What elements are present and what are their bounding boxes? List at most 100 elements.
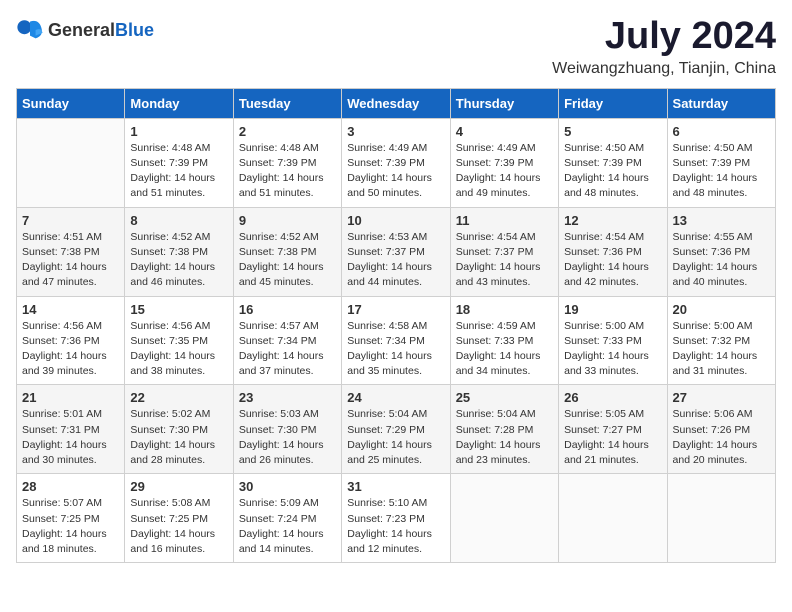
calendar-cell: 25 Sunrise: 5:04 AMSunset: 7:28 PMDayligh… [450, 385, 558, 474]
day-info: Sunrise: 4:50 AMSunset: 7:39 PMDaylight:… [564, 142, 649, 200]
day-info: Sunrise: 4:51 AMSunset: 7:38 PMDaylight:… [22, 231, 107, 289]
day-number: 4 [456, 124, 553, 139]
calendar-cell [667, 474, 775, 563]
day-info: Sunrise: 4:49 AMSunset: 7:39 PMDaylight:… [347, 142, 432, 200]
day-number: 8 [130, 213, 227, 228]
calendar-cell: 11Sunrise: 4:54 AMSunset: 7:37 PMDayligh… [450, 207, 558, 296]
calendar-cell: 28 Sunrise: 5:07 AMSunset: 7:25 PMDayligh… [17, 474, 125, 563]
day-number: 2 [239, 124, 336, 139]
day-number: 7 [22, 213, 119, 228]
calendar-week-row: 1 Sunrise: 4:48 AMSunset: 7:39 PMDaylight… [17, 118, 776, 207]
day-number: 10 [347, 213, 444, 228]
day-number: 12 [564, 213, 661, 228]
day-info: Sunrise: 4:56 AMSunset: 7:36 PMDaylight:… [22, 320, 107, 378]
day-number: 5 [564, 124, 661, 139]
day-info: Sunrise: 4:52 AMSunset: 7:38 PMDaylight:… [130, 231, 215, 289]
day-info: Sunrise: 4:58 AMSunset: 7:34 PMDaylight:… [347, 320, 432, 378]
calendar-cell: 10 Sunrise: 4:53 AMSunset: 7:37 PMDayligh… [342, 207, 450, 296]
day-info: Sunrise: 4:53 AMSunset: 7:37 PMDaylight:… [347, 231, 432, 289]
calendar-cell: 16Sunrise: 4:57 AMSunset: 7:34 PMDayligh… [233, 296, 341, 385]
day-info: Sunrise: 5:06 AMSunset: 7:26 PMDaylight:… [673, 408, 758, 466]
day-number: 28 [22, 479, 119, 494]
day-info: Sunrise: 5:00 AMSunset: 7:33 PMDaylight:… [564, 320, 649, 378]
day-info: Sunrise: 5:03 AMSunset: 7:30 PMDaylight:… [239, 408, 324, 466]
calendar-cell: 22 Sunrise: 5:02 AMSunset: 7:30 PMDayligh… [125, 385, 233, 474]
day-number: 3 [347, 124, 444, 139]
weekday-header-friday: Friday [559, 88, 667, 118]
day-number: 18 [456, 302, 553, 317]
day-info: Sunrise: 5:05 AMSunset: 7:27 PMDaylight:… [564, 408, 649, 466]
calendar-cell: 9Sunrise: 4:52 AMSunset: 7:38 PMDaylight… [233, 207, 341, 296]
calendar-cell: 20Sunrise: 5:00 AMSunset: 7:32 PMDayligh… [667, 296, 775, 385]
day-info: Sunrise: 4:54 AMSunset: 7:36 PMDaylight:… [564, 231, 649, 289]
calendar-week-row: 7 Sunrise: 4:51 AMSunset: 7:38 PMDaylight… [17, 207, 776, 296]
day-number: 24 [347, 390, 444, 405]
calendar-cell [17, 118, 125, 207]
calendar-cell: 12 Sunrise: 4:54 AMSunset: 7:36 PMDayligh… [559, 207, 667, 296]
calendar-cell: 13 Sunrise: 4:55 AMSunset: 7:36 PMDayligh… [667, 207, 775, 296]
day-number: 13 [673, 213, 770, 228]
day-info: Sunrise: 4:52 AMSunset: 7:38 PMDaylight:… [239, 231, 324, 289]
day-info: Sunrise: 4:48 AMSunset: 7:39 PMDaylight:… [130, 142, 215, 200]
day-info: Sunrise: 5:08 AMSunset: 7:25 PMDaylight:… [130, 497, 215, 555]
day-number: 26 [564, 390, 661, 405]
day-info: Sunrise: 5:09 AMSunset: 7:24 PMDaylight:… [239, 497, 324, 555]
day-number: 29 [130, 479, 227, 494]
day-info: Sunrise: 5:04 AMSunset: 7:28 PMDaylight:… [456, 408, 541, 466]
weekday-header-tuesday: Tuesday [233, 88, 341, 118]
day-info: Sunrise: 4:55 AMSunset: 7:36 PMDaylight:… [673, 231, 758, 289]
calendar-week-row: 14 Sunrise: 4:56 AMSunset: 7:36 PMDayligh… [17, 296, 776, 385]
day-number: 6 [673, 124, 770, 139]
calendar-cell [450, 474, 558, 563]
day-info: Sunrise: 4:59 AMSunset: 7:33 PMDaylight:… [456, 320, 541, 378]
calendar-cell: 4Sunrise: 4:49 AMSunset: 7:39 PMDaylight… [450, 118, 558, 207]
calendar-cell: 17 Sunrise: 4:58 AMSunset: 7:34 PMDayligh… [342, 296, 450, 385]
day-info: Sunrise: 4:48 AMSunset: 7:39 PMDaylight:… [239, 142, 324, 200]
weekday-header-wednesday: Wednesday [342, 88, 450, 118]
day-number: 27 [673, 390, 770, 405]
day-info: Sunrise: 5:02 AMSunset: 7:30 PMDaylight:… [130, 408, 215, 466]
calendar-week-row: 21Sunrise: 5:01 AMSunset: 7:31 PMDayligh… [17, 385, 776, 474]
day-number: 22 [130, 390, 227, 405]
logo-blue-text: Blue [115, 20, 154, 40]
calendar-cell: 5 Sunrise: 4:50 AMSunset: 7:39 PMDaylight… [559, 118, 667, 207]
day-info: Sunrise: 4:57 AMSunset: 7:34 PMDaylight:… [239, 320, 324, 378]
calendar-cell: 7 Sunrise: 4:51 AMSunset: 7:38 PMDaylight… [17, 207, 125, 296]
calendar-cell: 1 Sunrise: 4:48 AMSunset: 7:39 PMDaylight… [125, 118, 233, 207]
calendar-cell: 8 Sunrise: 4:52 AMSunset: 7:38 PMDaylight… [125, 207, 233, 296]
calendar-table: SundayMondayTuesdayWednesdayThursdayFrid… [16, 88, 776, 563]
title-block: July 2024 Weiwangzhuang, Tianjin, China [552, 16, 776, 78]
day-number: 14 [22, 302, 119, 317]
calendar-cell: 15Sunrise: 4:56 AMSunset: 7:35 PMDayligh… [125, 296, 233, 385]
calendar-cell: 19 Sunrise: 5:00 AMSunset: 7:33 PMDayligh… [559, 296, 667, 385]
calendar-cell: 14 Sunrise: 4:56 AMSunset: 7:36 PMDayligh… [17, 296, 125, 385]
calendar-cell: 27 Sunrise: 5:06 AMSunset: 7:26 PMDayligh… [667, 385, 775, 474]
calendar-cell [559, 474, 667, 563]
calendar-cell: 31 Sunrise: 5:10 AMSunset: 7:23 PMDayligh… [342, 474, 450, 563]
calendar-cell: 26 Sunrise: 5:05 AMSunset: 7:27 PMDayligh… [559, 385, 667, 474]
weekday-header-monday: Monday [125, 88, 233, 118]
calendar-week-row: 28 Sunrise: 5:07 AMSunset: 7:25 PMDayligh… [17, 474, 776, 563]
day-number: 1 [130, 124, 227, 139]
day-number: 19 [564, 302, 661, 317]
day-info: Sunrise: 5:10 AMSunset: 7:23 PMDaylight:… [347, 497, 432, 555]
day-number: 17 [347, 302, 444, 317]
calendar-cell: 3 Sunrise: 4:49 AMSunset: 7:39 PMDaylight… [342, 118, 450, 207]
day-number: 21 [22, 390, 119, 405]
day-number: 30 [239, 479, 336, 494]
main-title: July 2024 [552, 16, 776, 58]
calendar-cell: 18 Sunrise: 4:59 AMSunset: 7:33 PMDayligh… [450, 296, 558, 385]
day-number: 25 [456, 390, 553, 405]
day-info: Sunrise: 4:50 AMSunset: 7:39 PMDaylight:… [673, 142, 758, 200]
weekday-header-thursday: Thursday [450, 88, 558, 118]
logo-general-text: General [48, 20, 115, 40]
weekday-header-sunday: Sunday [17, 88, 125, 118]
calendar-cell: 6 Sunrise: 4:50 AMSunset: 7:39 PMDaylight… [667, 118, 775, 207]
day-info: Sunrise: 5:00 AMSunset: 7:32 PMDaylight:… [673, 320, 758, 378]
page-header: GeneralBlue July 2024 Weiwangzhuang, Tia… [16, 16, 776, 78]
day-info: Sunrise: 5:07 AMSunset: 7:25 PMDaylight:… [22, 497, 107, 555]
logo-icon [16, 16, 44, 44]
day-number: 31 [347, 479, 444, 494]
calendar-cell: 21Sunrise: 5:01 AMSunset: 7:31 PMDayligh… [17, 385, 125, 474]
calendar-cell: 24Sunrise: 5:04 AMSunset: 7:29 PMDayligh… [342, 385, 450, 474]
